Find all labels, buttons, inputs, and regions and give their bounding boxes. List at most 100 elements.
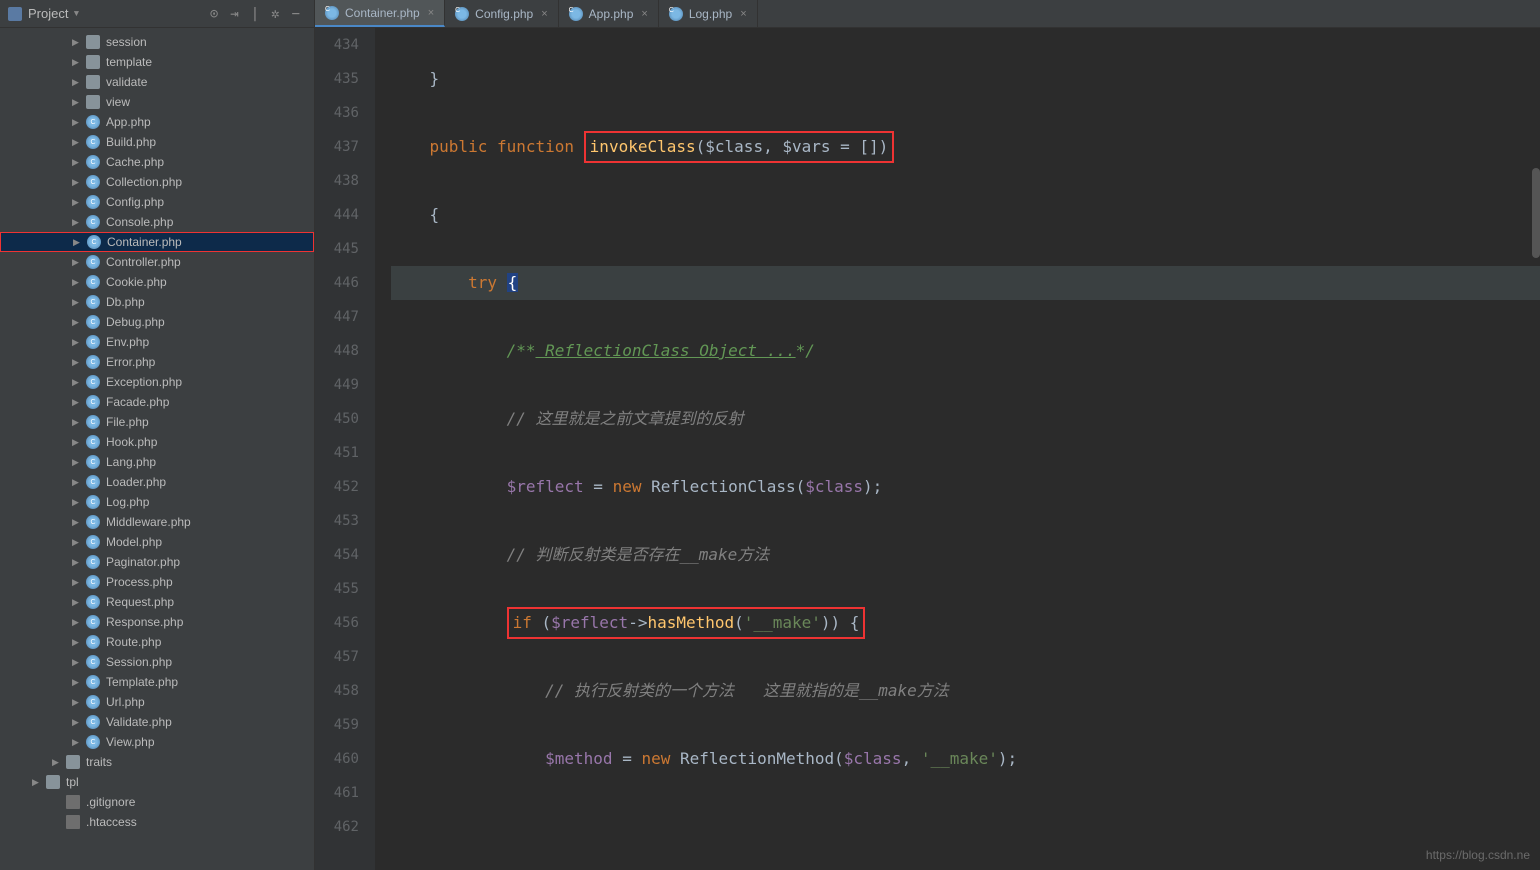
- expand-arrow-icon[interactable]: ▶: [72, 317, 86, 328]
- expand-arrow-icon[interactable]: ▶: [72, 177, 86, 188]
- tree-item-view-php[interactable]: ▶CView.php: [0, 732, 314, 752]
- chevron-down-icon[interactable]: ▾: [72, 6, 80, 21]
- tree-item--gitignore[interactable]: .gitignore: [0, 792, 314, 812]
- scrollbar-thumb[interactable]: [1532, 168, 1540, 258]
- expand-arrow-icon[interactable]: ▶: [72, 297, 86, 308]
- expand-arrow-icon[interactable]: ▶: [72, 637, 86, 648]
- tree-item-error-php[interactable]: ▶CError.php: [0, 352, 314, 372]
- file-tree[interactable]: ▶session▶template▶validate▶view▶CApp.php…: [0, 28, 314, 870]
- tree-item-view[interactable]: ▶view: [0, 92, 314, 112]
- tree-item-route-php[interactable]: ▶CRoute.php: [0, 632, 314, 652]
- expand-arrow-icon[interactable]: ▶: [72, 657, 86, 668]
- expand-arrow-icon[interactable]: ▶: [72, 117, 86, 128]
- expand-arrow-icon[interactable]: ▶: [72, 497, 86, 508]
- expand-arrow-icon[interactable]: ▶: [72, 597, 86, 608]
- tree-item--htaccess[interactable]: .htaccess: [0, 812, 314, 832]
- line-number: 452: [315, 470, 359, 504]
- tree-item-cache-php[interactable]: ▶CCache.php: [0, 152, 314, 172]
- tree-item-url-php[interactable]: ▶CUrl.php: [0, 692, 314, 712]
- tab-log-php[interactable]: CLog.php×: [659, 0, 758, 27]
- sidebar-header: Project ▾ ⊙ ⇥ | ✲ −: [0, 0, 314, 28]
- expand-arrow-icon[interactable]: ▶: [72, 37, 86, 48]
- tree-item-env-php[interactable]: ▶CEnv.php: [0, 332, 314, 352]
- expand-arrow-icon[interactable]: ▶: [72, 437, 86, 448]
- tree-item-process-php[interactable]: ▶CProcess.php: [0, 572, 314, 592]
- expand-arrow-icon[interactable]: ▶: [72, 257, 86, 268]
- expand-arrow-icon[interactable]: ▶: [72, 77, 86, 88]
- expand-arrow-icon[interactable]: ▶: [72, 217, 86, 228]
- expand-arrow-icon[interactable]: ▶: [72, 377, 86, 388]
- tree-item-middleware-php[interactable]: ▶CMiddleware.php: [0, 512, 314, 532]
- expand-arrow-icon[interactable]: ▶: [72, 397, 86, 408]
- tree-item-label: Exception.php: [106, 375, 182, 389]
- tree-item-model-php[interactable]: ▶CModel.php: [0, 532, 314, 552]
- expand-arrow-icon[interactable]: ▶: [72, 677, 86, 688]
- expand-arrow-icon[interactable]: ▶: [72, 537, 86, 548]
- tree-item-validate-php[interactable]: ▶CValidate.php: [0, 712, 314, 732]
- expand-arrow-icon[interactable]: ▶: [73, 237, 87, 248]
- php-icon: C: [87, 235, 101, 249]
- close-icon[interactable]: ×: [641, 8, 647, 20]
- expand-arrow-icon[interactable]: ▶: [32, 777, 46, 788]
- tree-item-loader-php[interactable]: ▶CLoader.php: [0, 472, 314, 492]
- tree-item-traits[interactable]: ▶traits: [0, 752, 314, 772]
- tree-item-lang-php[interactable]: ▶CLang.php: [0, 452, 314, 472]
- target-icon[interactable]: ⊙: [210, 6, 218, 22]
- tree-item-paginator-php[interactable]: ▶CPaginator.php: [0, 552, 314, 572]
- tree-item-session-php[interactable]: ▶CSession.php: [0, 652, 314, 672]
- expand-arrow-icon[interactable]: ▶: [72, 557, 86, 568]
- code-content[interactable]: } public function invokeClass($class, $v…: [375, 28, 1540, 870]
- expand-arrow-icon[interactable]: ▶: [72, 577, 86, 588]
- tab-config-php[interactable]: CConfig.php×: [445, 0, 558, 27]
- tree-item-cookie-php[interactable]: ▶CCookie.php: [0, 272, 314, 292]
- expand-arrow-icon[interactable]: ▶: [72, 517, 86, 528]
- expand-arrow-icon[interactable]: ▶: [72, 737, 86, 748]
- tree-item-db-php[interactable]: ▶CDb.php: [0, 292, 314, 312]
- tree-item-console-php[interactable]: ▶CConsole.php: [0, 212, 314, 232]
- tree-item-exception-php[interactable]: ▶CException.php: [0, 372, 314, 392]
- tree-item-config-php[interactable]: ▶CConfig.php: [0, 192, 314, 212]
- tree-item-session[interactable]: ▶session: [0, 32, 314, 52]
- expand-arrow-icon[interactable]: ▶: [72, 457, 86, 468]
- collapse-icon[interactable]: ⇥: [230, 6, 238, 22]
- tree-item-app-php[interactable]: ▶CApp.php: [0, 112, 314, 132]
- php-icon: C: [86, 615, 100, 629]
- expand-arrow-icon[interactable]: ▶: [72, 717, 86, 728]
- tree-item-build-php[interactable]: ▶CBuild.php: [0, 132, 314, 152]
- close-icon[interactable]: ×: [541, 8, 547, 20]
- expand-arrow-icon[interactable]: ▶: [72, 97, 86, 108]
- expand-arrow-icon[interactable]: ▶: [52, 757, 66, 768]
- tree-item-validate[interactable]: ▶validate: [0, 72, 314, 92]
- tree-item-container-php[interactable]: ▶CContainer.php: [0, 232, 314, 252]
- tree-item-file-php[interactable]: ▶CFile.php: [0, 412, 314, 432]
- tab-container-php[interactable]: CContainer.php×: [315, 0, 445, 27]
- expand-arrow-icon[interactable]: ▶: [72, 697, 86, 708]
- expand-arrow-icon[interactable]: ▶: [72, 337, 86, 348]
- tree-item-collection-php[interactable]: ▶CCollection.php: [0, 172, 314, 192]
- folder-icon: [86, 75, 100, 89]
- tree-item-request-php[interactable]: ▶CRequest.php: [0, 592, 314, 612]
- tab-app-php[interactable]: CApp.php×: [559, 0, 659, 27]
- tree-item-controller-php[interactable]: ▶CController.php: [0, 252, 314, 272]
- tree-item-debug-php[interactable]: ▶CDebug.php: [0, 312, 314, 332]
- expand-arrow-icon[interactable]: ▶: [72, 617, 86, 628]
- expand-arrow-icon[interactable]: ▶: [72, 357, 86, 368]
- expand-arrow-icon[interactable]: ▶: [72, 277, 86, 288]
- expand-arrow-icon[interactable]: ▶: [72, 137, 86, 148]
- expand-arrow-icon[interactable]: ▶: [72, 57, 86, 68]
- expand-arrow-icon[interactable]: ▶: [72, 417, 86, 428]
- close-icon[interactable]: ×: [428, 7, 434, 19]
- tree-item-template-php[interactable]: ▶CTemplate.php: [0, 672, 314, 692]
- tree-item-log-php[interactable]: ▶CLog.php: [0, 492, 314, 512]
- tree-item-tpl[interactable]: ▶tpl: [0, 772, 314, 792]
- tree-item-facade-php[interactable]: ▶CFacade.php: [0, 392, 314, 412]
- expand-arrow-icon[interactable]: ▶: [72, 157, 86, 168]
- tree-item-template[interactable]: ▶template: [0, 52, 314, 72]
- expand-arrow-icon[interactable]: ▶: [72, 477, 86, 488]
- gear-icon[interactable]: ✲: [271, 6, 279, 22]
- expand-arrow-icon[interactable]: ▶: [72, 197, 86, 208]
- tree-item-hook-php[interactable]: ▶CHook.php: [0, 432, 314, 452]
- hide-icon[interactable]: −: [292, 6, 300, 22]
- tree-item-response-php[interactable]: ▶CResponse.php: [0, 612, 314, 632]
- close-icon[interactable]: ×: [740, 8, 746, 20]
